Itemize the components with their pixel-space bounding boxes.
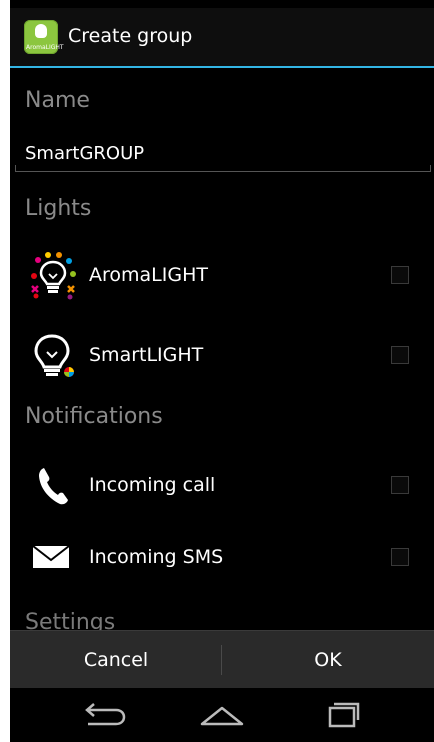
- aromalight-checkbox[interactable]: [391, 266, 409, 284]
- incoming-sms-checkbox[interactable]: [391, 548, 409, 566]
- aromalight-label: AromaLIGHT: [89, 264, 208, 286]
- recents-button[interactable]: [310, 698, 370, 732]
- cancel-button[interactable]: Cancel: [10, 631, 222, 689]
- ok-button[interactable]: OK: [222, 631, 434, 689]
- back-icon: [85, 703, 126, 726]
- list-item-incoming-call[interactable]: Incoming call: [10, 450, 434, 520]
- status-bar: [10, 0, 434, 8]
- incoming-sms-label: Incoming SMS: [89, 546, 224, 568]
- incoming-call-checkbox[interactable]: [391, 476, 409, 494]
- smart-bulb-icon: [28, 330, 78, 380]
- bulb-icon: [35, 24, 47, 38]
- list-item-aromalight[interactable]: AromaLIGHT: [10, 240, 434, 310]
- app-icon-text: AromaLIGHT: [26, 44, 64, 51]
- section-header-notifications: Notifications: [25, 404, 163, 429]
- recents-icon: [328, 702, 360, 728]
- name-field-value[interactable]: SmartGROUP: [25, 143, 144, 164]
- list-item-smartlight[interactable]: SmartLIGHT: [10, 320, 434, 390]
- home-button[interactable]: [192, 698, 252, 732]
- incoming-call-label: Incoming call: [89, 474, 216, 496]
- section-header-name: Name: [25, 88, 90, 113]
- dialog-button-bar: Cancel OK: [10, 630, 434, 689]
- title-bar: AromaLIGHT Create group: [10, 8, 434, 68]
- smartlight-checkbox[interactable]: [391, 346, 409, 364]
- name-field[interactable]: SmartGROUP: [15, 136, 431, 172]
- list-item-incoming-sms[interactable]: Incoming SMS: [10, 522, 434, 592]
- navigation-bar: [10, 688, 434, 742]
- page-title: Create group: [68, 25, 193, 47]
- envelope-icon: [28, 532, 78, 582]
- back-button[interactable]: [74, 698, 134, 732]
- phone-icon: [28, 460, 78, 510]
- screen: AromaLIGHT Create group Name SmartGROUP …: [10, 0, 434, 742]
- aroma-bulb-icon: [28, 250, 78, 300]
- app-icon: AromaLIGHT: [24, 20, 64, 54]
- home-icon: [200, 706, 244, 726]
- section-header-lights: Lights: [25, 196, 92, 221]
- smartlight-label: SmartLIGHT: [89, 344, 204, 366]
